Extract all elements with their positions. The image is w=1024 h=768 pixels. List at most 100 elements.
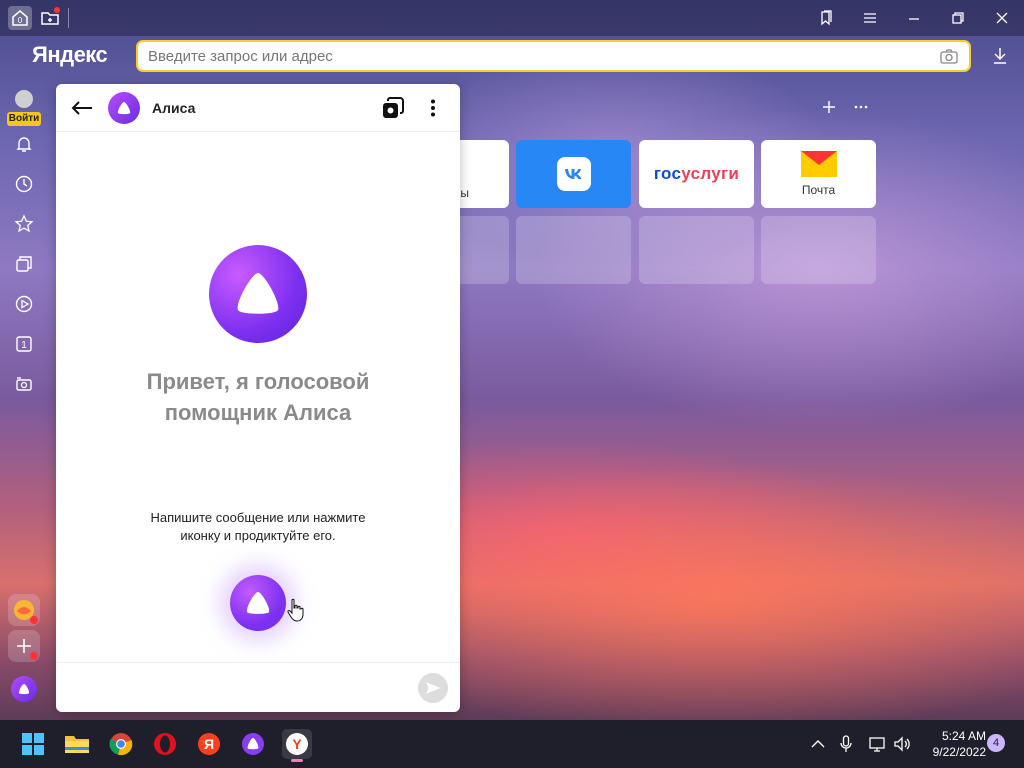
alice-cards-button[interactable] [380,95,406,121]
opera-icon [154,733,176,755]
sidebar-app-zen[interactable] [8,594,40,626]
screenshot-button[interactable] [12,372,36,396]
speed-dial-tools [822,98,868,119]
yandex-browser-icon: Y [286,733,308,755]
tabs-list-button[interactable]: 1 [12,332,36,356]
alice-message-input[interactable] [68,679,418,696]
volume-tray-button[interactable] [892,734,912,754]
address-bar[interactable] [136,40,971,72]
new-tab-button[interactable] [38,6,62,30]
history-button[interactable] [12,172,36,196]
speed-dial-tile-mail[interactable]: Почта [761,140,876,208]
camera-search-button[interactable] [939,47,959,65]
alice-app-icon [242,733,264,755]
hand-cursor-icon [287,598,304,622]
close-icon [996,12,1008,24]
yandex-logo[interactable]: Яндекс [32,42,108,68]
download-icon [994,48,1006,64]
collections-icon [16,256,32,272]
more-vertical-icon [431,99,435,116]
alice-logo [108,91,140,124]
back-button[interactable] [70,96,94,120]
hamburger-icon [864,13,876,23]
alice-icon [117,101,131,114]
svg-text:Я: Я [204,736,214,752]
restore-button[interactable] [936,0,980,36]
alice-header: Алиса [56,84,460,132]
close-button[interactable] [980,0,1024,36]
tile-label: ы [460,186,469,200]
taskbar-opera[interactable] [150,729,180,759]
microphone-tray-button[interactable] [836,734,856,754]
tab-count-badge: 0 [18,16,23,25]
alice-more-button[interactable] [420,95,446,121]
alice-panel: Алиса Привет, я голосовой помощник Алиса… [56,84,460,712]
numbered-tab-icon: 1 [16,336,32,352]
menu-button[interactable] [848,0,892,36]
arrow-left-icon [71,100,92,115]
speed-dial-tile-gosuslugi[interactable]: госуслуги [639,140,754,208]
taskbar-alice[interactable] [238,729,268,759]
alice-icon [246,592,270,614]
tabs-home-button[interactable]: 0 [8,6,32,30]
show-hidden-icons-button[interactable] [808,734,828,754]
notifications-button[interactable] [12,132,36,156]
play-icon [15,295,33,313]
network-icon [869,737,885,752]
address-input[interactable] [148,47,939,65]
alice-voice-button[interactable] [230,575,286,631]
more-horizontal-icon [854,105,868,109]
bookmarks-icon [821,10,832,26]
login-avatar[interactable]: Войти [6,88,42,128]
title-bar: 0 [0,0,1024,36]
bookmarks-button[interactable] [804,0,848,36]
speed-dial-empty-tile[interactable] [639,216,754,284]
collections-button[interactable] [12,252,36,276]
favorites-button[interactable] [12,212,36,236]
send-button[interactable] [418,672,448,703]
taskbar-clock[interactable]: 5:24 AM 9/22/2022 [920,728,986,760]
notification-dot [30,616,38,624]
clock-time: 5:24 AM [941,729,986,743]
bell-icon [16,137,32,152]
folder-icon [65,736,89,753]
speed-dial-empty-tile[interactable] [761,216,876,284]
taskbar-yandex-browser[interactable]: Y [282,729,312,762]
star-icon [14,214,34,233]
avatar-icon [15,90,33,108]
speed-dial-tile-vk[interactable] [516,140,631,208]
minimize-icon [909,18,919,20]
alice-icon [237,273,279,314]
sidebar-badge: 1 [21,340,27,351]
alice-sidebar-button[interactable] [11,676,37,702]
home-icon: 0 [12,10,28,26]
vk-logo-icon [556,157,591,191]
taskbar-chrome[interactable] [106,729,136,759]
cards-icon [383,96,404,118]
sidebar-add-app-button[interactable] [8,630,40,662]
plus-icon [823,101,835,113]
downloads-button[interactable] [988,44,1012,68]
send-icon [426,681,440,694]
video-button[interactable] [12,292,36,316]
chrome-icon [109,733,133,756]
camera-icon [940,49,958,64]
start-button[interactable] [18,729,48,759]
alice-large-logo [209,245,307,343]
login-label: Войти [7,112,41,126]
network-tray-button[interactable] [868,734,888,754]
add-tile-button[interactable] [822,98,836,119]
alice-greeting: Привет, я голосовой помощник Алиса [146,369,370,425]
screenshot-camera-icon [16,377,32,391]
clock-icon [15,175,33,193]
taskbar-yandex[interactable]: Я [194,729,224,759]
divider [68,8,69,28]
speed-dial-empty-tile[interactable] [516,216,631,284]
minimize-button[interactable] [892,0,936,36]
notification-count-badge[interactable]: 4 [987,734,1005,752]
taskbar: Я Y 5:24 AM 9/22/2022 4 [0,720,1024,768]
gosuslugi-logo: госуслуги [653,164,740,183]
speed-dial-more-button[interactable] [854,98,868,119]
tile-label: Почта [801,183,836,197]
taskbar-file-explorer[interactable] [62,729,92,759]
